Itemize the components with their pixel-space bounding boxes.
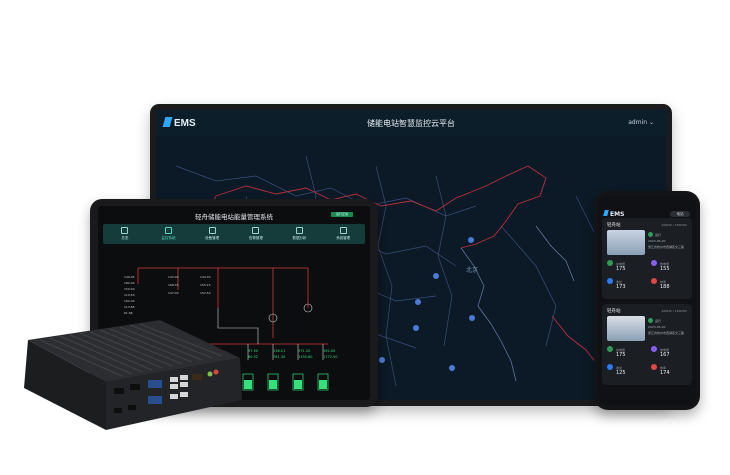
status-badge: 运行正常 xyxy=(331,212,353,217)
site-metric: 放电量 167 xyxy=(651,346,691,358)
readout-value: 155.15 xyxy=(200,283,211,287)
site-metric: 收益 173 xyxy=(607,278,647,290)
site-name: 轻舟站 xyxy=(607,223,621,228)
readout-value: 149.05 xyxy=(124,275,135,279)
readout-value: 61.66 xyxy=(124,311,133,315)
nav-tab-label: 监控系统 xyxy=(161,236,176,240)
readout-value: 143.00 xyxy=(168,275,179,279)
site-card[interactable]: 轻舟站 100kW / 150kWh 运行 2023-05-20 浙江省杭州市西… xyxy=(602,218,692,299)
frame-icon xyxy=(208,227,216,234)
site-metric: 收益 125 xyxy=(607,364,647,376)
metric-icon xyxy=(651,364,657,370)
metric-value: 175 xyxy=(616,352,626,358)
metric-value: 175 xyxy=(616,266,626,272)
battery-fill xyxy=(269,380,277,389)
nav-tab[interactable]: 设备管理 xyxy=(190,224,234,244)
phone-logo: EMS xyxy=(603,210,624,218)
map-pin[interactable] xyxy=(413,325,419,331)
metric-icon xyxy=(607,278,613,284)
site-status: 运行 xyxy=(648,232,661,237)
site-status: 运行 xyxy=(648,318,661,323)
nav-tab-label: 数据分析 xyxy=(292,236,307,240)
map-label-beijing: 北京 xyxy=(466,266,478,274)
readout-value: 144.30 xyxy=(200,275,211,279)
nav-tab-label: 设备管理 xyxy=(205,236,220,240)
nav-tab[interactable]: 监控系统 xyxy=(147,224,191,244)
tablet-title: 轻舟储能电站能量管理系统 xyxy=(195,213,273,221)
metric-value: 167 xyxy=(660,352,670,358)
readout-value: 147.00 xyxy=(168,291,179,295)
readout-value: 182.00 xyxy=(124,281,135,285)
readout-value: 113.86 xyxy=(124,305,135,309)
chevron-down-icon: ⌄ xyxy=(648,119,654,126)
site-photo xyxy=(607,230,645,255)
map-pin[interactable] xyxy=(433,273,439,279)
readout-value: 152.50 xyxy=(200,291,211,295)
site-address: 浙江省杭州市西湖区文三路 xyxy=(648,245,685,249)
nav-tab-label: 总览 xyxy=(121,236,129,240)
warning-icon xyxy=(252,227,260,234)
nav-tab-label: 告警管理 xyxy=(248,236,263,240)
metric-icon xyxy=(651,346,657,352)
metric-icon xyxy=(607,346,613,352)
metric-value: 173 xyxy=(616,284,626,290)
readout-value: 192.00 xyxy=(323,349,335,353)
phone-screen: EMS 电站 轻舟站 100kW / 150kWh 运行 2023-05-20 … xyxy=(598,196,696,405)
map-pin[interactable] xyxy=(449,365,455,371)
grid-icon xyxy=(121,227,129,234)
nav-tab[interactable]: 总览 xyxy=(103,224,147,244)
site-date: 2023-05-20 xyxy=(648,325,666,329)
site-name: 轻舟站 xyxy=(607,309,621,314)
readout-value: 1772.50 xyxy=(323,355,337,359)
industrial-box-pc xyxy=(10,320,250,435)
map-pin[interactable] xyxy=(415,299,421,305)
site-card[interactable]: 轻舟站 100kW / 150kWh 运行 2023-05-20 浙江省杭州市西… xyxy=(602,304,692,385)
site-metric: 效率 188 xyxy=(651,278,691,290)
readout-value: 162.00 xyxy=(124,299,135,303)
readout-value: 138.11 xyxy=(273,349,285,353)
nav-tab-label: 系统管理 xyxy=(336,236,351,240)
metric-icon xyxy=(651,278,657,284)
chart-icon xyxy=(296,227,304,234)
battery-fill xyxy=(294,380,302,389)
metric-value: 125 xyxy=(616,370,626,376)
map-pin[interactable] xyxy=(468,237,474,243)
nav-tab[interactable]: 数据分析 xyxy=(278,224,322,244)
bolt-icon xyxy=(603,210,609,216)
metric-value: 174 xyxy=(660,370,670,376)
metric-value: 155 xyxy=(660,266,670,272)
metric-value: 188 xyxy=(660,284,670,290)
readout-value: 1155.60 xyxy=(298,355,312,359)
site-capacity: 100kW / 150kWh xyxy=(661,309,687,313)
site-date: 2023-05-20 xyxy=(648,239,666,243)
map-pin[interactable] xyxy=(469,315,475,321)
battery-fill xyxy=(319,380,327,389)
map-pin[interactable] xyxy=(379,357,385,363)
page-title: 储能电站智慧监控云平台 xyxy=(367,119,455,128)
site-capacity: 100kW / 150kWh xyxy=(661,223,687,227)
station-filter-button[interactable]: 电站 xyxy=(670,211,690,217)
readout-value: 371.20 xyxy=(298,349,310,353)
metric-icon xyxy=(651,260,657,266)
readout-value: 761.30 xyxy=(273,355,285,359)
site-address: 浙江省杭州市西湖区文三路 xyxy=(648,331,685,335)
monitor-header: EMS 储能电站智慧监控云平台 admin ⌄ xyxy=(156,110,666,136)
tablet-nav: 总览 监控系统 设备管理 告警管理 数据分析 系统管理 xyxy=(103,224,365,244)
site-metric: 充电量 175 xyxy=(607,346,647,358)
readout-value: 110.50 xyxy=(124,293,135,297)
network-icon xyxy=(165,227,172,234)
nav-tab[interactable]: 告警管理 xyxy=(234,224,278,244)
site-photo xyxy=(607,316,645,341)
gear-icon xyxy=(339,227,347,234)
readout-value: 168.35 xyxy=(168,283,179,287)
metric-icon xyxy=(607,260,613,266)
metric-icon xyxy=(607,364,613,370)
site-metric: 效率 174 xyxy=(651,364,691,376)
site-metric: 放电量 155 xyxy=(651,260,691,272)
box-pc-image xyxy=(24,320,242,430)
user-menu[interactable]: admin ⌄ xyxy=(628,119,654,126)
site-metric: 充电量 175 xyxy=(607,260,647,272)
readout-value: 150.00 xyxy=(124,287,135,291)
nav-tab[interactable]: 系统管理 xyxy=(321,224,365,244)
